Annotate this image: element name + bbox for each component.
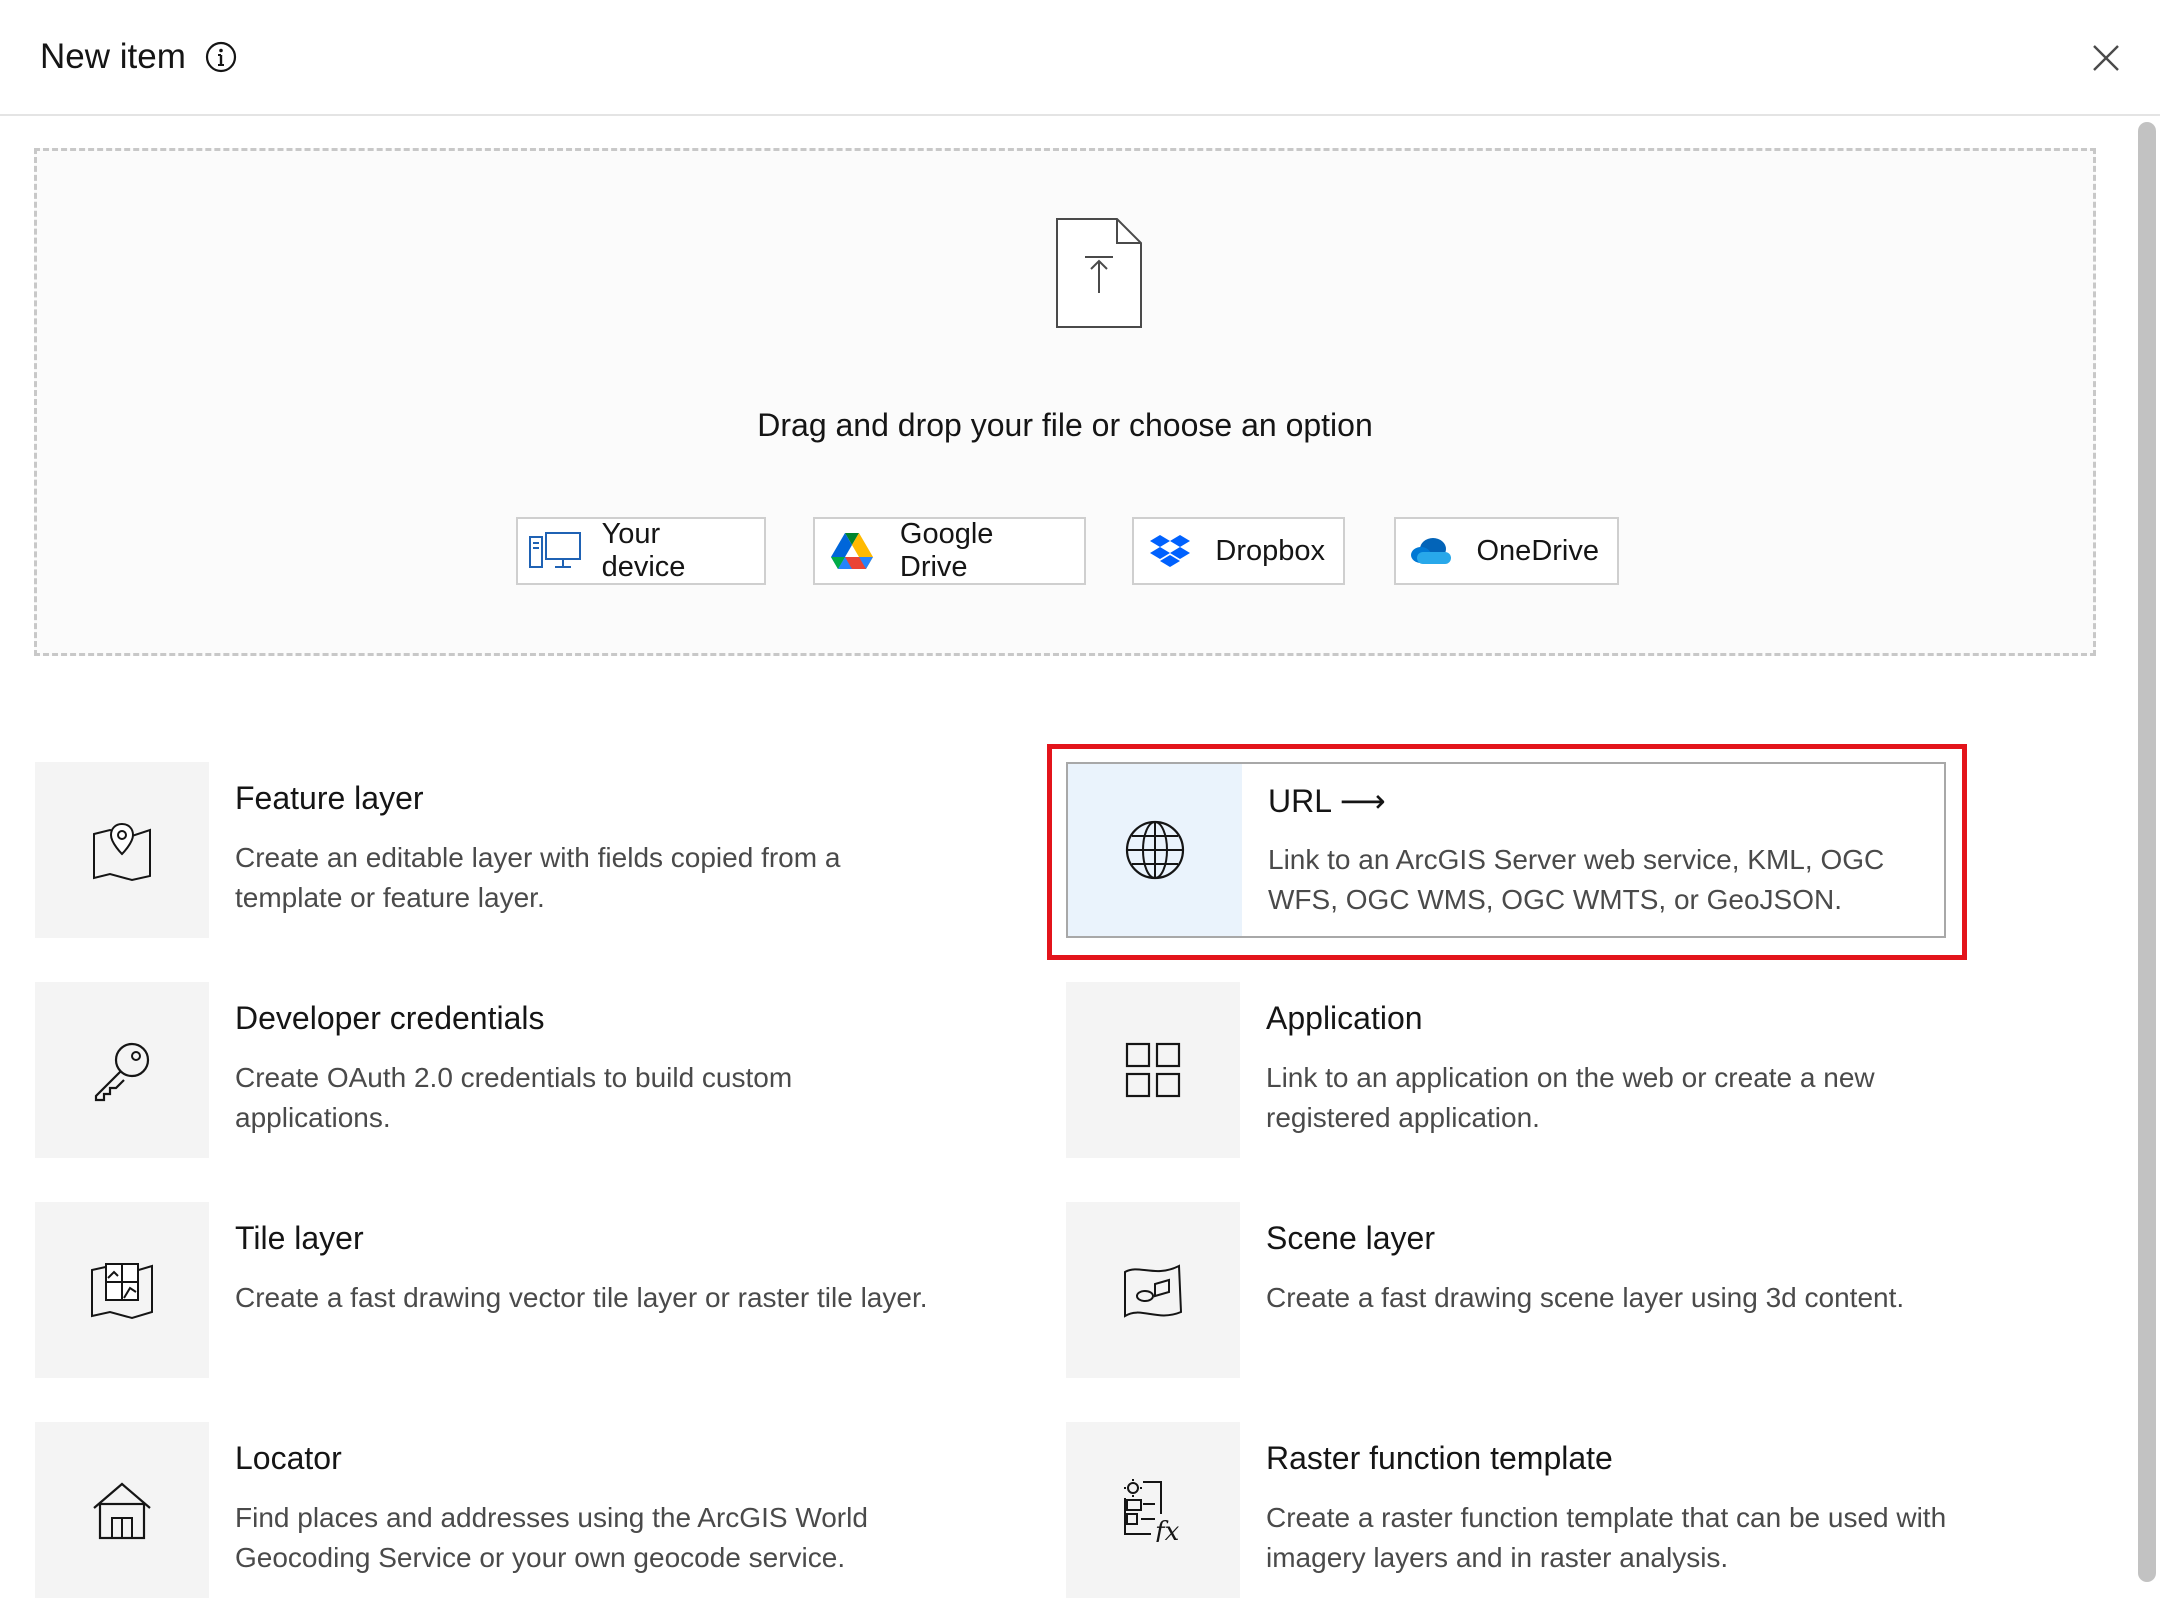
grid-icon [1125, 1042, 1181, 1098]
card-title: URL ⟶ [1268, 782, 1386, 820]
onedrive-label: OneDrive [1477, 535, 1600, 568]
scrollbar-thumb[interactable] [2138, 122, 2156, 1582]
google-drive-button[interactable]: Google Drive [813, 517, 1086, 585]
card-title: Feature layer [235, 780, 424, 817]
raster-function-icon: fx [1121, 1478, 1185, 1542]
application-card[interactable]: Application Link to an application on th… [1066, 982, 2056, 1158]
card-description: Create an editable layer with fields cop… [235, 838, 935, 918]
card-description: Find places and addresses using the ArcG… [235, 1498, 935, 1578]
locator-card[interactable]: Locator Find places and addresses using … [35, 1422, 1025, 1598]
card-title: Developer credentials [235, 1000, 545, 1037]
card-description: Create a raster function template that c… [1266, 1498, 1966, 1578]
card-title: Locator [235, 1440, 342, 1477]
card-title: Scene layer [1266, 1220, 1435, 1257]
your-device-button[interactable]: Your device [516, 517, 766, 585]
card-description: Create a fast drawing vector tile layer … [235, 1278, 935, 1318]
svg-text:fx: fx [1153, 1517, 1180, 1542]
dropbox-button[interactable]: Dropbox [1132, 517, 1345, 585]
onedrive-icon [1404, 525, 1459, 577]
device-icon [526, 525, 584, 577]
key-icon [90, 1038, 154, 1102]
google-drive-label: Google Drive [900, 518, 1066, 584]
close-button[interactable] [2078, 30, 2134, 86]
dialog-title: New item [40, 37, 186, 77]
card-description: Link to an ArcGIS Server web service, KM… [1268, 840, 1918, 920]
raster-function-template-card[interactable]: fx Raster function template Create a ras… [1066, 1422, 2056, 1598]
url-card[interactable]: URL ⟶ Link to an ArcGIS Server web servi… [1066, 762, 1946, 938]
feature-layer-icon [90, 818, 154, 882]
tile-layer-icon [90, 1260, 154, 1320]
card-description: Create OAuth 2.0 credentials to build cu… [235, 1058, 935, 1138]
developer-credentials-card[interactable]: Developer credentials Create OAuth 2.0 c… [35, 982, 1025, 1158]
upload-file-icon [1055, 217, 1143, 329]
card-description: Create a fast drawing scene layer using … [1266, 1278, 1966, 1318]
globe-icon [1124, 819, 1186, 881]
file-dropzone[interactable]: Drag and drop your file or choose an opt… [34, 148, 2096, 656]
feature-layer-card[interactable]: Feature layer Create an editable layer w… [35, 762, 1025, 938]
card-description: Link to an application on the web or cre… [1266, 1058, 1966, 1138]
tile-layer-card[interactable]: Tile layer Create a fast drawing vector … [35, 1202, 1025, 1378]
dropzone-text: Drag and drop your file or choose an opt… [37, 407, 2093, 444]
google-drive-icon [823, 525, 882, 577]
dropbox-label: Dropbox [1215, 535, 1325, 568]
card-title: Raster function template [1266, 1440, 1613, 1477]
card-title: Tile layer [235, 1220, 364, 1257]
scene-layer-icon [1121, 1260, 1185, 1320]
dialog-header: New item [0, 0, 2160, 116]
close-icon [2091, 43, 2121, 73]
onedrive-button[interactable]: OneDrive [1394, 517, 1619, 585]
card-title: Application [1266, 1000, 1423, 1037]
dropbox-icon [1142, 525, 1197, 577]
house-icon [92, 1480, 152, 1540]
info-icon[interactable] [204, 40, 238, 74]
your-device-label: Your device [602, 518, 746, 584]
scene-layer-card[interactable]: Scene layer Create a fast drawing scene … [1066, 1202, 2056, 1378]
